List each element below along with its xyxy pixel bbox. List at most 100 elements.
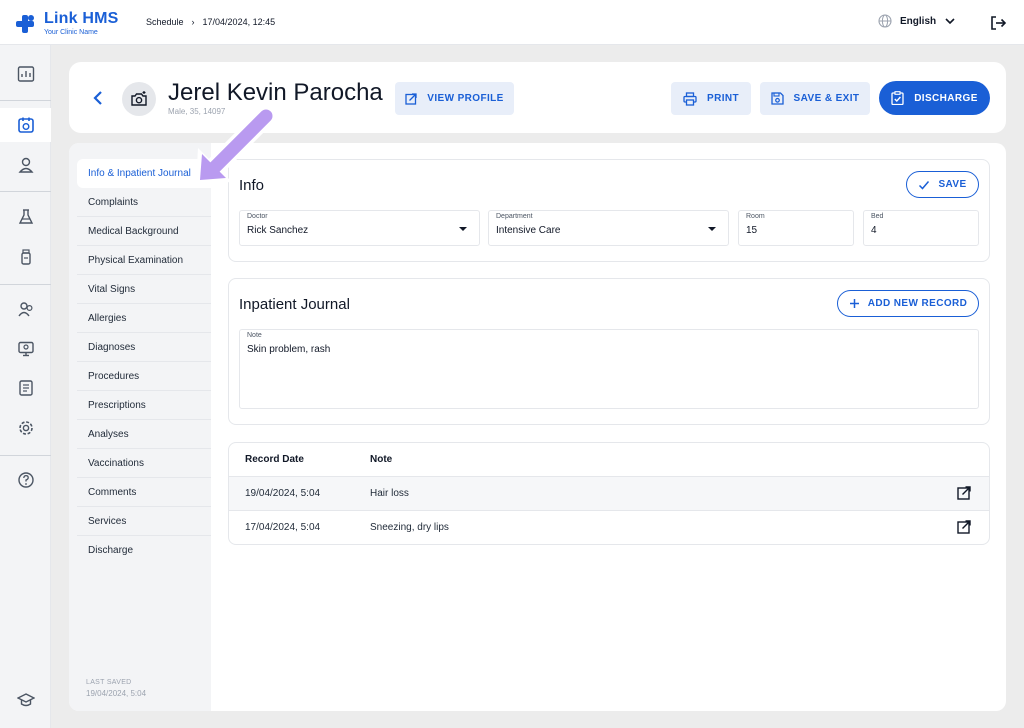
doctor-select[interactable]: Doctor Rick Sanchez — [239, 210, 480, 246]
education-icon — [16, 693, 35, 707]
medicine-bottle-icon — [20, 249, 31, 265]
settings-icon — [18, 421, 33, 435]
subnav-procedures[interactable]: Procedures — [77, 362, 211, 391]
note-label: Note — [247, 332, 262, 339]
subnav-allergies[interactable]: Allergies — [77, 304, 211, 333]
rail-help[interactable] — [0, 463, 51, 497]
rail-education[interactable] — [0, 683, 51, 717]
top-bar: Link HMS Your Clinic Name Schedule › 17/… — [0, 0, 1024, 45]
app-tagline: Your Clinic Name — [44, 29, 98, 36]
room-value: 15 — [746, 225, 758, 236]
print-button[interactable]: PRINT — [671, 82, 751, 115]
note-textarea[interactable]: Note Skin problem, rash — [239, 329, 979, 409]
view-profile-label: VIEW PROFILE — [427, 93, 504, 104]
patient-icon — [17, 157, 34, 173]
rail-monitor[interactable] — [0, 332, 51, 366]
subnav-info-journal[interactable]: Info & Inpatient Journal — [77, 159, 211, 188]
add-new-record-label: ADD NEW RECORD — [867, 298, 968, 309]
back-arrow-icon[interactable] — [88, 88, 108, 108]
breadcrumb-schedule[interactable]: Schedule — [146, 17, 184, 27]
room-field[interactable]: Room 15 — [738, 210, 854, 246]
open-record-icon[interactable] — [957, 486, 971, 500]
globe-icon — [878, 14, 892, 28]
logout-icon[interactable] — [989, 14, 1007, 32]
avatar[interactable] — [122, 82, 156, 116]
lab-flask-icon — [18, 209, 33, 224]
language-selector[interactable]: English — [878, 14, 956, 28]
subnav-prescriptions[interactable]: Prescriptions — [77, 391, 211, 420]
column-header-note: Note — [370, 454, 393, 465]
language-label: English — [900, 15, 937, 27]
help-icon — [17, 472, 34, 488]
rail-patients[interactable] — [0, 148, 51, 182]
dashboard-icon — [17, 66, 34, 82]
subnav-analyses[interactable]: Analyses — [77, 420, 211, 449]
rail-staff[interactable] — [0, 292, 51, 326]
subnav-services[interactable]: Services — [77, 507, 211, 536]
open-record-icon[interactable] — [957, 520, 971, 534]
view-profile-button[interactable]: VIEW PROFILE — [395, 82, 514, 115]
doctor-label: Doctor — [247, 213, 268, 220]
add-new-record-button[interactable]: ADD NEW RECORD — [837, 290, 979, 317]
table-row — [229, 476, 989, 510]
doctor-value: Rick Sanchez — [247, 225, 309, 236]
open-external-icon — [405, 92, 417, 105]
rail-schedule[interactable] — [0, 108, 51, 142]
info-save-button[interactable]: SAVE — [906, 171, 979, 198]
rail-reports[interactable] — [0, 371, 51, 405]
subnav-vaccinations[interactable]: Vaccinations — [77, 449, 211, 478]
row-note: Sneezing, dry lips — [370, 522, 449, 533]
breadcrumb-separator: › — [191, 17, 195, 27]
patient-name: Jerel Kevin Parocha — [168, 79, 383, 106]
note-value: Skin problem, rash — [247, 344, 331, 355]
chevron-down-icon — [945, 18, 955, 25]
save-exit-label: SAVE & EXIT — [793, 93, 860, 104]
subnav-vital-signs[interactable]: Vital Signs — [77, 275, 211, 304]
column-header-record-date: Record Date — [245, 454, 304, 465]
plus-icon — [849, 299, 859, 308]
subnav-complaints[interactable]: Complaints — [77, 188, 211, 217]
breadcrumb-datetime: 17/04/2024, 12:45 — [202, 17, 276, 27]
print-label: PRINT — [707, 93, 739, 104]
dropdown-caret-icon — [459, 227, 467, 231]
row-record-date: 17/04/2024, 5:04 — [245, 522, 321, 533]
rail-pharmacy[interactable] — [0, 240, 51, 274]
subnav-diagnoses[interactable]: Diagnoses — [77, 333, 211, 362]
subnav-discharge[interactable]: Discharge — [77, 536, 211, 565]
add-photo-icon — [131, 91, 147, 106]
info-save-label: SAVE — [938, 179, 967, 190]
breadcrumb: Schedule › 17/04/2024, 12:45 — [146, 17, 275, 27]
logo-cross-icon — [16, 14, 34, 33]
bed-label: Bed — [871, 213, 884, 220]
rail-lab[interactable] — [0, 200, 51, 234]
subnav-comments[interactable]: Comments — [77, 478, 211, 507]
bed-field[interactable]: Bed 4 — [863, 210, 979, 246]
rail-settings[interactable] — [0, 411, 51, 445]
department-select[interactable]: Department Intensive Care — [488, 210, 729, 246]
report-icon — [18, 380, 33, 396]
calendar-icon — [17, 117, 34, 133]
dropdown-caret-icon — [708, 227, 716, 231]
department-value: Intensive Care — [496, 225, 561, 236]
discharge-button[interactable]: DISCHARGE — [879, 81, 990, 115]
clipboard-check-icon — [891, 91, 904, 105]
row-record-date: 19/04/2024, 5:04 — [245, 488, 321, 499]
save-exit-button[interactable]: SAVE & EXIT — [760, 82, 870, 115]
users-icon — [17, 302, 33, 317]
subnav-medical-background[interactable]: Medical Background — [77, 217, 211, 246]
patient-meta: Male, 35, 14097 — [168, 107, 226, 116]
last-saved-value: 19/04/2024, 5:04 — [86, 689, 147, 698]
monitor-icon — [17, 341, 34, 357]
discharge-label: DISCHARGE — [914, 92, 978, 104]
checkmark-icon — [919, 180, 930, 190]
floppy-disk-icon — [770, 92, 784, 105]
last-saved-label: LAST SAVED — [86, 679, 132, 686]
info-title: Info — [239, 177, 265, 194]
app-logo[interactable]: Link HMS Your Clinic Name — [16, 11, 119, 36]
table-row — [229, 510, 989, 544]
subnav-physical-examination[interactable]: Physical Examination — [77, 246, 211, 275]
bed-value: 4 — [871, 225, 877, 236]
row-note: Hair loss — [370, 488, 409, 499]
rail-dashboard[interactable] — [0, 57, 51, 91]
room-label: Room — [746, 213, 765, 220]
